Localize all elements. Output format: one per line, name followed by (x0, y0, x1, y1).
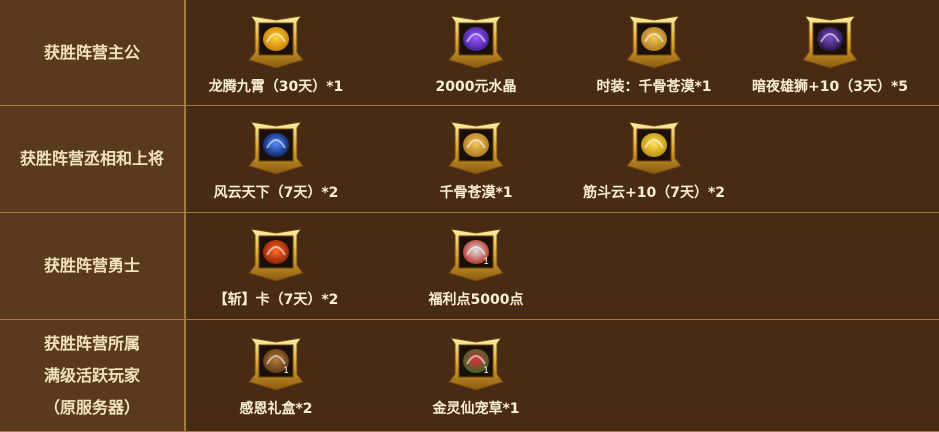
reward-item[interactable]: 1 金灵仙宠草*1 (386, 334, 566, 418)
reward-item[interactable]: 2000元水晶 (386, 12, 566, 96)
reward-table: 获胜阵营主公 龙腾九霄（30天）*1 2000元水晶 时装：千骨苍漠*1 暗夜雄… (0, 0, 939, 432)
row-label: 获胜阵营丞相和上将 (0, 106, 186, 212)
reward-item-name: 龙腾九霄（30天）*1 (208, 79, 344, 95)
reward-row: 获胜阵营所属 满级活跃玩家 （原服务器） 1 感恩礼盒*2 1 金灵仙宠草*1 (0, 320, 939, 432)
reward-item-name: 千骨苍漠*1 (439, 185, 513, 201)
reward-item[interactable]: 【斩】卡（7天）*2 (186, 225, 366, 309)
reward-item[interactable]: 龙腾九霄（30天）*1 (186, 12, 366, 96)
reward-item[interactable]: 1 感恩礼盒*2 (186, 334, 366, 418)
reward-item-name: 时装：千骨苍漠*1 (596, 79, 712, 95)
reward-item-name: 感恩礼盒*2 (239, 401, 313, 417)
golden-dragon-icon (245, 12, 307, 70)
red-flower-icon: 1 (445, 334, 507, 392)
golden-cloud-icon (623, 118, 685, 176)
reward-row: 获胜阵营丞相和上将 风云天下（7天）*2 千骨苍漠*1 筋斗云+10（7天）*2 (0, 106, 939, 213)
reward-item[interactable]: 暗夜雄狮+10（3天）*5 (740, 12, 920, 96)
row-label: 获胜阵营主公 (0, 0, 186, 105)
row-label: 获胜阵营所属 满级活跃玩家 （原服务器） (0, 320, 186, 431)
blue-storm-icon (245, 118, 307, 176)
slash-card-icon (245, 225, 307, 283)
reward-items: 【斩】卡（7天）*2 1 福利点5000点 (186, 213, 939, 319)
reward-items: 龙腾九霄（30天）*1 2000元水晶 时装：千骨苍漠*1 暗夜雄狮+10（3天… (186, 0, 939, 105)
reward-item[interactable]: 时装：千骨苍漠*1 (564, 12, 744, 96)
reward-items: 1 感恩礼盒*2 1 金灵仙宠草*1 (186, 320, 939, 431)
gift-box-icon: 1 (245, 334, 307, 392)
reward-item-name: 金灵仙宠草*1 (432, 401, 520, 417)
golden-costume-icon (445, 118, 507, 176)
golden-costume-icon (623, 12, 685, 70)
reward-row: 获胜阵营主公 龙腾九霄（30天）*1 2000元水晶 时装：千骨苍漠*1 暗夜雄… (0, 0, 939, 106)
purple-crystal-icon (445, 12, 507, 70)
row-label: 获胜阵营勇士 (0, 213, 186, 319)
reward-item[interactable]: 风云天下（7天）*2 (186, 118, 366, 202)
reward-item-name: 暗夜雄狮+10（3天）*5 (751, 79, 909, 95)
reward-items: 风云天下（7天）*2 千骨苍漠*1 筋斗云+10（7天）*2 (186, 106, 939, 212)
item-count: 1 (283, 366, 289, 376)
reward-item[interactable]: 千骨苍漠*1 (386, 118, 566, 202)
reward-item-name: 筋斗云+10（7天）*2 (582, 185, 726, 201)
reward-item-name: 福利点5000点 (428, 292, 524, 308)
reward-row: 获胜阵营勇士 【斩】卡（7天）*2 1 福利点5000点 (0, 213, 939, 320)
reward-item-name: 风云天下（7天）*2 (213, 185, 339, 201)
item-count: 1 (483, 366, 489, 376)
reward-item-name: 【斩】卡（7天）*2 (213, 292, 339, 308)
welfare-ticket-icon: 1 (445, 225, 507, 283)
item-count: 1 (483, 257, 489, 267)
reward-item[interactable]: 1 福利点5000点 (386, 225, 566, 309)
reward-item-name: 2000元水晶 (435, 79, 517, 95)
dark-lion-mount-icon (799, 12, 861, 70)
reward-item[interactable]: 筋斗云+10（7天）*2 (564, 118, 744, 202)
